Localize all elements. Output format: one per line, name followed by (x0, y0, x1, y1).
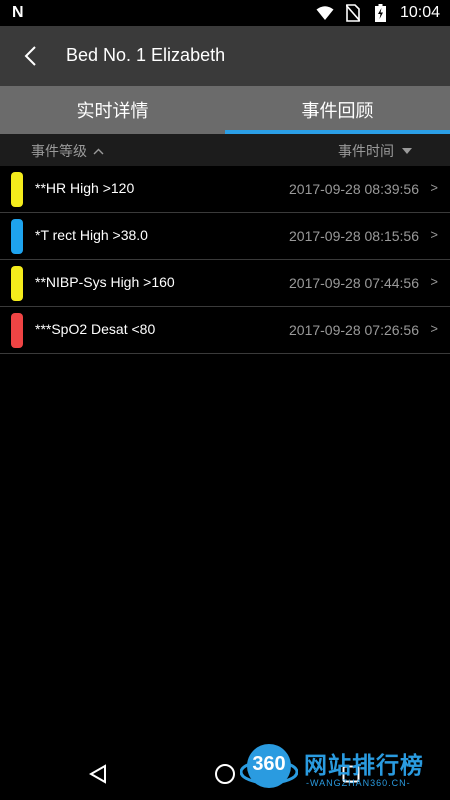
sort-by-level-button[interactable]: 事件等级 (31, 141, 104, 161)
nav-back-button[interactable] (84, 760, 112, 788)
nav-home-button[interactable] (211, 760, 239, 788)
watermark-url: -WANGZHAN360.CN- (306, 778, 411, 788)
event-list: **HR High >120 2017-09-28 08:39:56 > *T … (0, 166, 450, 354)
event-label: ***SpO2 Desat <80 (35, 321, 156, 337)
event-row[interactable]: *T rect High >38.0 2017-09-28 08:15:56 > (0, 213, 450, 260)
tab-bar: 实时详情 事件回顾 (0, 86, 450, 134)
event-time: 2017-09-28 08:39:56 (289, 181, 419, 197)
circle-home-icon (215, 764, 235, 784)
chevron-right-icon: > (430, 227, 438, 242)
event-time: 2017-09-28 08:15:56 (289, 228, 419, 244)
battery-charging-icon (372, 4, 390, 22)
event-level-indicator (11, 313, 23, 348)
status-time: 10:04 (399, 4, 440, 21)
watermark: 360 网站排行榜 -WANGZHAN360.CN- (240, 740, 446, 796)
event-time: 2017-09-28 07:26:56 (289, 322, 419, 338)
sort-time-label: 事件时间 (338, 144, 394, 160)
chevron-right-icon: > (430, 274, 438, 289)
watermark-name: 网站排行榜 (304, 753, 424, 779)
triangle-back-icon (88, 764, 106, 784)
chevron-right-icon: > (430, 321, 438, 336)
no-sim-icon (344, 4, 362, 22)
event-label: **NIBP-Sys High >160 (35, 274, 175, 290)
status-icons: 10:04 (316, 3, 440, 23)
event-row[interactable]: ***SpO2 Desat <80 2017-09-28 07:26:56 > (0, 307, 450, 354)
event-level-indicator (11, 172, 23, 207)
back-button[interactable] (14, 40, 46, 72)
caret-down-icon (402, 148, 412, 154)
event-level-indicator (11, 266, 23, 301)
wifi-icon (316, 4, 334, 22)
event-label: **HR High >120 (35, 180, 135, 196)
sort-row: 事件等级 事件时间 (0, 134, 450, 166)
notification-icon: N (12, 4, 24, 21)
watermark-logo-text: 360 (252, 753, 286, 775)
sort-level-label: 事件等级 (31, 144, 87, 160)
chevron-up-icon (93, 148, 104, 154)
status-bar: N 10:04 (0, 0, 450, 26)
event-label: *T rect High >38.0 (35, 227, 148, 243)
tab-realtime-details[interactable]: 实时详情 (0, 86, 225, 134)
tab-event-review[interactable]: 事件回顾 (225, 86, 450, 134)
event-row[interactable]: **HR High >120 2017-09-28 08:39:56 > (0, 166, 450, 213)
app-header: Bed No. 1 Elizabeth (0, 26, 450, 86)
event-row[interactable]: **NIBP-Sys High >160 2017-09-28 07:44:56… (0, 260, 450, 307)
chevron-right-icon: > (430, 180, 438, 195)
sort-by-time-button[interactable]: 事件时间 (338, 141, 412, 161)
chevron-left-icon (24, 46, 36, 66)
event-time: 2017-09-28 07:44:56 (289, 275, 419, 291)
event-level-indicator (11, 219, 23, 254)
page-title: Bed No. 1 Elizabeth (66, 45, 226, 65)
